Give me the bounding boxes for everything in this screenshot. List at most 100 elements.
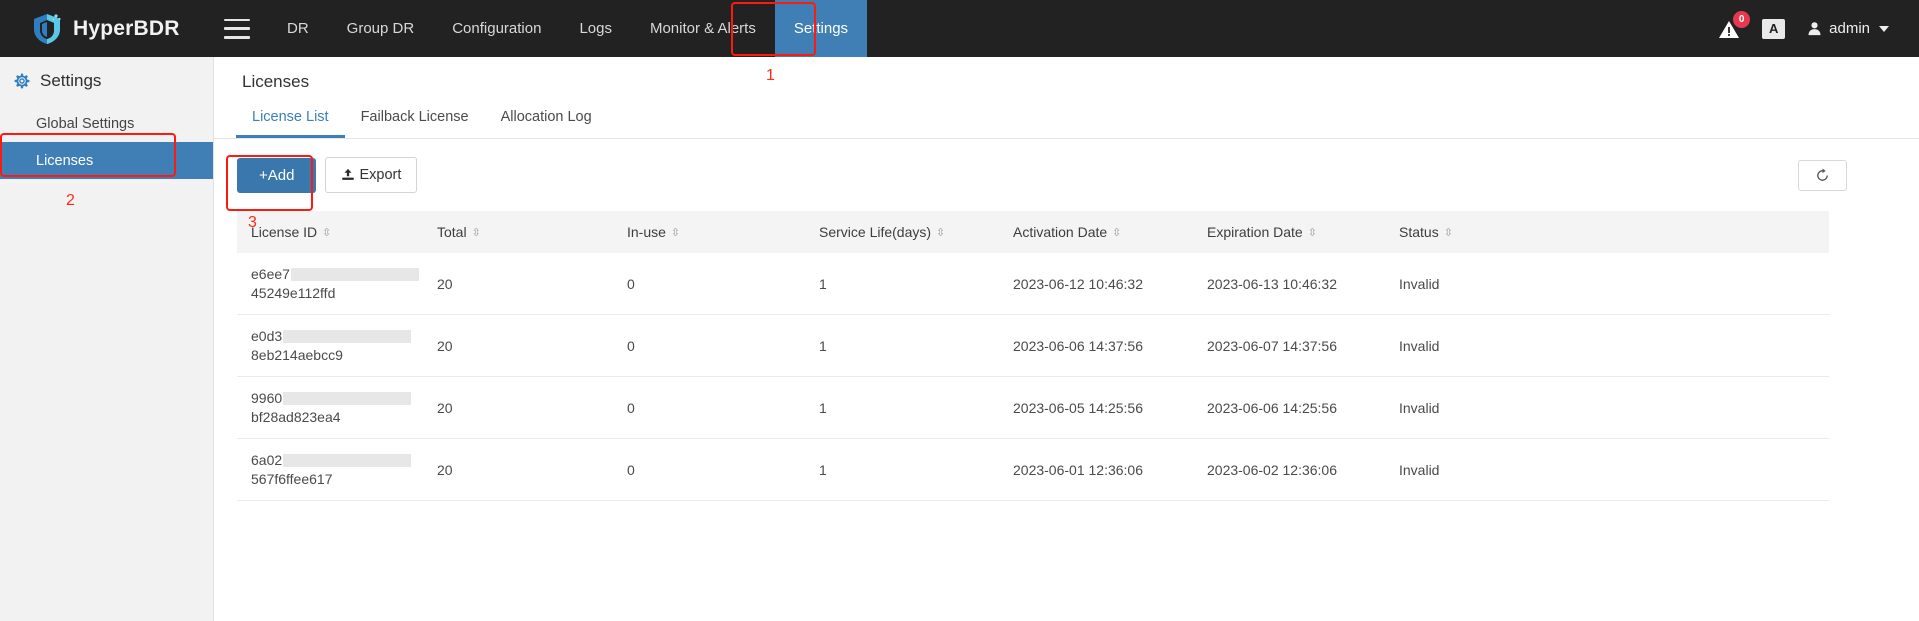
column-header-total[interactable]: Total ⇳ — [437, 211, 627, 253]
refresh-icon — [1817, 168, 1828, 181]
user-avatar-icon — [1808, 22, 1821, 36]
cell-total: 20 — [437, 253, 627, 315]
sidebar-item-label: Licenses — [36, 152, 94, 169]
license-id-prefix: e0d3 — [251, 328, 283, 344]
cell-status: Invalid — [1399, 438, 1829, 501]
cell-license-id: 6a02 567f6ffee617 — [237, 438, 437, 501]
column-header-activation-date[interactable]: Activation Date ⇳ — [1013, 211, 1207, 253]
add-button[interactable]: +Add — [237, 157, 317, 193]
cell-status: Invalid — [1399, 376, 1829, 439]
cell-total: 20 — [437, 438, 627, 501]
table-row[interactable]: 6a02 567f6ffee617 20 0 1 2023-06-01 12:3… — [237, 438, 1829, 501]
nav-item-configuration[interactable]: Configuration — [433, 0, 560, 57]
cell-in-use: 0 — [627, 438, 819, 501]
upload-icon — [342, 168, 355, 180]
sidebar-heading: Settings — [0, 57, 213, 105]
export-button-label: Export — [359, 167, 402, 183]
gear-icon — [14, 73, 30, 89]
column-label: In-use — [627, 224, 666, 240]
table-header-row: License ID ⇳ Total ⇳ In-use ⇳ Service Life(… — [237, 211, 1829, 253]
column-header-license-id[interactable]: License ID ⇳ — [237, 211, 437, 253]
cell-total: 20 — [437, 376, 627, 439]
license-id-suffix: 567f6ffee617 — [251, 471, 333, 487]
sidebar-item-licenses[interactable]: Licenses — [0, 142, 213, 179]
column-header-expiration-date[interactable]: Expiration Date ⇳ — [1207, 211, 1399, 253]
cell-in-use: 0 — [627, 253, 819, 315]
table-row[interactable]: e0d3 8eb214aebcc9 20 0 1 2023-06-06 14:3… — [237, 314, 1829, 377]
alerts-button[interactable]: 0 — [1718, 10, 1751, 40]
table-header: License ID ⇳ Total ⇳ In-use ⇳ Service Life(… — [237, 211, 1829, 253]
column-header-status[interactable]: Status ⇳ — [1399, 211, 1829, 253]
page-title: Licenses — [242, 72, 310, 91]
chevron-down-icon — [1879, 25, 1889, 32]
column-label: Status — [1399, 224, 1439, 240]
translate-icon[interactable]: A — [1762, 18, 1786, 39]
brand-logo-area[interactable]: HyperBDR — [0, 13, 210, 45]
cell-expiration-date: 2023-06-06 14:25:56 — [1207, 376, 1399, 439]
top-navigation-bar: HyperBDR DR Group DR Configuration Logs … — [0, 0, 1919, 57]
cell-activation-date: 2023-06-06 14:37:56 — [1013, 314, 1207, 377]
cell-status: Invalid — [1399, 314, 1829, 377]
sort-icon[interactable]: ⇳ — [472, 228, 481, 239]
license-id-prefix: 6a02 — [251, 452, 283, 468]
nav-item-settings[interactable]: Settings — [774, 0, 868, 57]
table-row[interactable]: 9960 bf28ad823ea4 20 0 1 2023-06-05 14:2… — [237, 376, 1829, 439]
sidebar-item-global-settings[interactable]: Global Settings — [0, 105, 213, 142]
cell-activation-date: 2023-06-01 12:36:06 — [1013, 438, 1207, 501]
column-header-in-use[interactable]: In-use ⇳ — [627, 211, 819, 253]
user-name: admin — [1829, 20, 1870, 37]
sort-icon[interactable]: ⇳ — [322, 228, 331, 239]
cell-service-life: 1 — [819, 376, 1013, 439]
license-id-redaction — [283, 329, 412, 343]
sidebar-heading-label: Settings — [40, 71, 102, 90]
license-id-line-1: 9960 — [251, 390, 437, 406]
cell-license-id: e6ee7 45249e112ffd — [237, 253, 437, 315]
sort-icon[interactable]: ⇳ — [1444, 228, 1453, 239]
cell-status: Invalid — [1399, 253, 1829, 315]
sort-icon[interactable]: ⇳ — [1112, 228, 1121, 239]
cell-activation-date: 2023-06-05 14:25:56 — [1013, 376, 1207, 439]
sort-icon[interactable]: ⇳ — [936, 228, 945, 239]
translate-icon-label: A — [1768, 21, 1779, 36]
cell-license-id: 9960 bf28ad823ea4 — [237, 376, 437, 439]
tab-license-list[interactable]: License List — [236, 109, 345, 138]
header-actions: 0 A admin — [1718, 0, 1919, 57]
nav-item-dr[interactable]: DR — [268, 0, 328, 57]
nav-item-monitor-alerts[interactable]: Monitor & Alerts — [631, 0, 775, 57]
cell-expiration-date: 2023-06-02 12:36:06 — [1207, 438, 1399, 501]
nav-item-group-dr[interactable]: Group DR — [328, 0, 434, 57]
alert-count-badge: 0 — [1733, 10, 1751, 28]
main-content: Licenses License List Failback License A… — [214, 57, 1919, 621]
table-row[interactable]: e6ee7 45249e112ffd 20 0 1 2023-06-12 10:… — [237, 253, 1829, 315]
column-label: License ID — [251, 224, 318, 240]
user-menu[interactable]: admin — [1807, 20, 1889, 37]
license-id-redaction — [283, 391, 412, 405]
hyperbdr-shield-icon — [34, 13, 61, 44]
tab-failback-license[interactable]: Failback License — [345, 109, 485, 138]
cell-in-use: 0 — [627, 314, 819, 377]
sort-icon[interactable]: ⇳ — [671, 228, 680, 239]
sidebar-item-label: Global Settings — [36, 115, 135, 132]
sort-icon[interactable]: ⇳ — [1308, 228, 1317, 239]
license-id-prefix: e6ee7 — [251, 266, 290, 282]
license-id-suffix: 45249e112ffd — [251, 285, 336, 301]
license-table: License ID ⇳ Total ⇳ In-use ⇳ Service Life(… — [237, 211, 1829, 501]
tab-bar: License List Failback License Allocation… — [214, 109, 1919, 139]
cell-expiration-date: 2023-06-13 10:46:32 — [1207, 253, 1399, 315]
cell-activation-date: 2023-06-12 10:46:32 — [1013, 253, 1207, 315]
license-id-prefix: 9960 — [251, 390, 283, 406]
hamburger-icon[interactable] — [224, 18, 250, 39]
nav-item-logs[interactable]: Logs — [560, 0, 631, 57]
column-label: Activation Date — [1013, 224, 1108, 240]
tab-allocation-log[interactable]: Allocation Log — [485, 109, 608, 138]
column-header-service-life[interactable]: Service Life(days) ⇳ — [819, 211, 1013, 253]
license-id-line-1: e0d3 — [251, 328, 437, 344]
cell-total: 20 — [437, 314, 627, 377]
export-button[interactable]: Export — [325, 157, 418, 193]
refresh-button[interactable] — [1798, 159, 1847, 191]
cell-in-use: 0 — [627, 376, 819, 439]
license-id-line-1: 6a02 — [251, 452, 437, 468]
license-id-line-1: e6ee7 — [251, 266, 437, 282]
cell-service-life: 1 — [819, 253, 1013, 315]
brand-name: HyperBDR — [73, 16, 180, 40]
